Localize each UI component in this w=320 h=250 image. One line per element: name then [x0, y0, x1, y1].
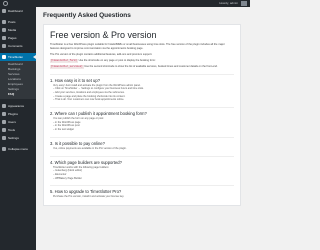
faq-answer-line: – That is all. Your customers can now bo…	[53, 98, 125, 102]
plug-icon	[2, 112, 6, 116]
faq-answer-line: – in the text widget	[53, 128, 74, 132]
main-content: Frequently Asked Questions Free version …	[43, 12, 241, 207]
menu-tools[interactable]: Tools	[0, 126, 36, 134]
shortcode-note-2: Use the second shortcode to show the lis…	[84, 64, 218, 68]
menu-users[interactable]: Users	[0, 118, 36, 126]
intro-text: TimeSlotter is a free WordPress plugin s…	[50, 43, 225, 50]
menu-media[interactable]: Media	[0, 26, 36, 34]
pin-icon	[2, 20, 6, 24]
settings-icon	[2, 136, 6, 140]
section-heading: Free version & Pro version	[50, 30, 157, 40]
faq-question: 1. How easy is it to set up?	[50, 73, 234, 83]
intro-text-2: The Pro version of the plugin contains a…	[50, 52, 153, 56]
menu-appearance[interactable]: Appearance	[0, 102, 36, 110]
submenu-item-current[interactable]: FAQ	[0, 92, 36, 97]
menu-comments[interactable]: Comments	[0, 42, 36, 50]
menu-pages[interactable]: Pages	[0, 34, 36, 42]
dashboard-icon	[2, 9, 6, 13]
shortcode[interactable]: [timeslotter_form]	[50, 58, 78, 63]
submenu-timeslotter: Dashboard Bookings Services Locations Em…	[0, 61, 36, 99]
faq-question: 3. Is it possible to pay online?	[50, 136, 234, 146]
faq-answer-line: – WPBakery Page Builder	[53, 176, 82, 180]
page-title: Frequently Asked Questions	[43, 12, 131, 19]
user-icon	[2, 120, 6, 124]
faq-answer-line: Yes, online payments are available in th…	[53, 146, 127, 150]
wordpress-logo-icon[interactable]	[3, 1, 8, 6]
faq-list: 1. How easy is it to set up? Very easy! J…	[50, 73, 234, 200]
wrench-icon	[2, 128, 6, 132]
shortcode-note: Use the shortcode on any page or post to…	[78, 58, 156, 62]
media-icon	[2, 28, 6, 32]
faq-question: 2. Where can I publish it appointment bo…	[50, 107, 234, 116]
menu-dashboard[interactable]: Dashboard	[0, 7, 36, 15]
shortcode-paragraph-2: [timeslotter_services] Use the second sh…	[50, 64, 234, 69]
menu-posts[interactable]: Posts	[0, 18, 36, 26]
page-icon	[2, 36, 6, 40]
shortcode-paragraph: [timeslotter_form] Use the shortcode on …	[50, 58, 234, 63]
avatar[interactable]	[241, 1, 247, 6]
calendar-icon	[2, 55, 6, 59]
faq-question: 5. How to upgrade to TimeSlotter Pro?	[50, 185, 234, 194]
faq-question: 4. Which page builders are supported?	[50, 155, 234, 165]
admin-bar: Howdy, admin	[0, 0, 250, 7]
collapse-icon	[2, 147, 6, 151]
faq-answer-line: Purchase the Pro version, install it and…	[53, 195, 125, 199]
admin-sidebar: Dashboard Posts Media Pages Comments Tim…	[0, 7, 36, 250]
comment-icon	[2, 44, 6, 48]
greeting[interactable]: Howdy, admin	[219, 1, 238, 6]
menu-collapse[interactable]: Collapse menu	[0, 145, 36, 153]
menu-timeslotter[interactable]: TimeSlotter	[0, 53, 36, 61]
menu-plugins[interactable]: Plugins	[0, 110, 36, 118]
menu-settings[interactable]: Settings	[0, 134, 36, 142]
brush-icon	[2, 104, 6, 108]
shortcode-2[interactable]: [timeslotter_services]	[50, 64, 84, 69]
faq-panel: Free version & Pro version TimeSlotter i…	[43, 24, 241, 207]
